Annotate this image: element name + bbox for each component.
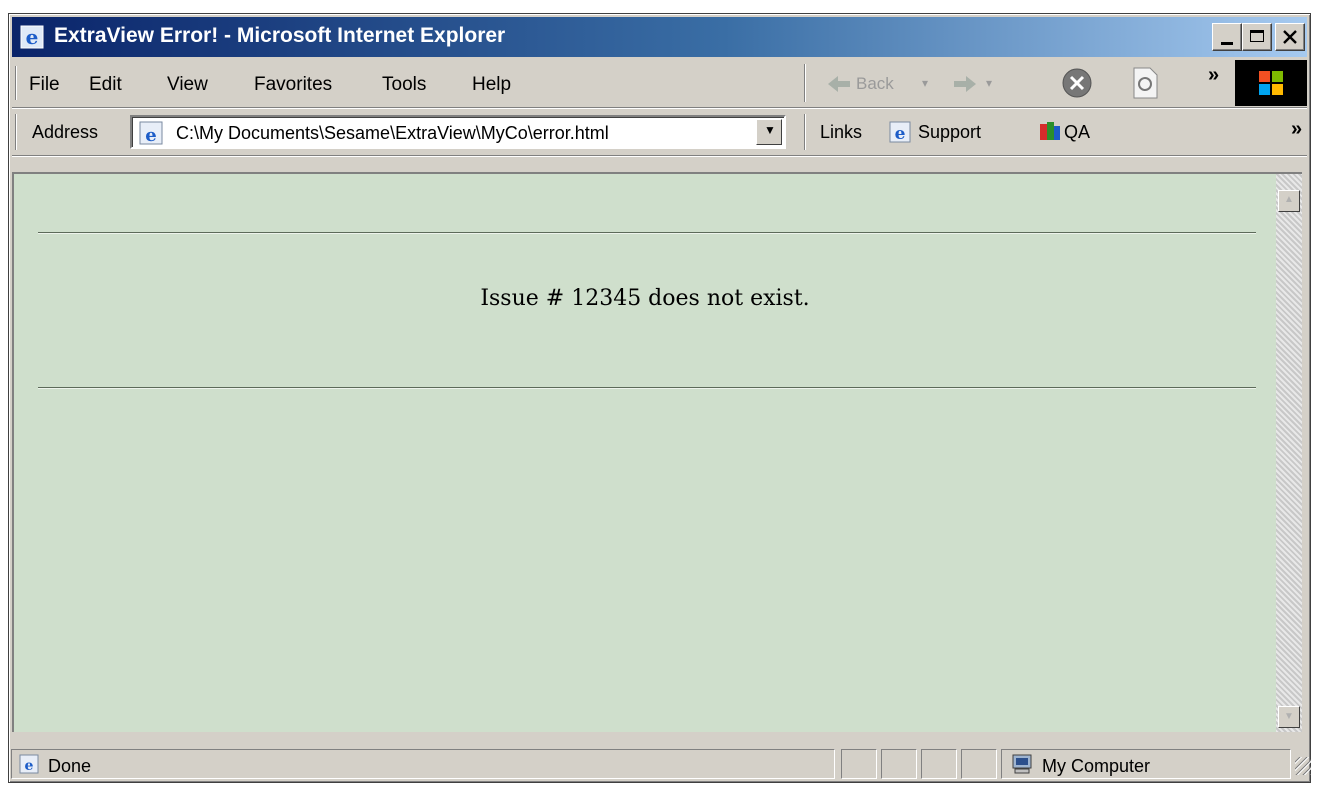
title-bar[interactable]: e ExtraView Error! - Microsoft Internet … [12, 17, 1307, 57]
scroll-up-icon: ▲ [1284, 194, 1294, 205]
windows-flag-icon [1259, 71, 1283, 95]
minimize-button[interactable] [1212, 23, 1242, 51]
back-label: Back [856, 74, 894, 93]
toolbar-divider [804, 114, 806, 150]
status-text: Done [48, 756, 92, 776]
ie-icon: e [20, 25, 44, 49]
link-qa-label: QA [1064, 122, 1091, 142]
horizontal-rule [38, 232, 1256, 234]
forward-arrow-icon [954, 76, 976, 92]
close-button[interactable] [1275, 23, 1305, 51]
menu-favorites[interactable]: Favorites [254, 74, 332, 96]
back-arrow-icon [828, 76, 850, 92]
minimize-icon [1221, 42, 1233, 45]
status-pane [921, 749, 957, 779]
grip [15, 66, 17, 100]
page-content: Issue # 12345 does not exist. [12, 172, 1276, 732]
status-pane-main: e Done [11, 749, 835, 779]
status-pane [841, 749, 877, 779]
refresh-icon [1133, 67, 1158, 99]
zone-label: My Computer [1042, 756, 1151, 776]
forward-dropdown-icon: ▾ [986, 76, 993, 90]
address-value: C:\My Documents\Sesame\ExtraView\MyCo\er… [176, 123, 609, 143]
scroll-down-button[interactable]: ▼ [1278, 706, 1300, 728]
ie-page-icon: e [889, 121, 911, 144]
back-dropdown-icon: ▾ [922, 76, 929, 90]
colorful-app-icon [1040, 122, 1060, 140]
status-pane [961, 749, 997, 779]
menu-tools[interactable]: Tools [382, 74, 426, 96]
scroll-up-button[interactable]: ▲ [1278, 190, 1300, 212]
maximize-icon [1250, 30, 1264, 42]
links-chevron[interactable]: » [1291, 118, 1302, 141]
error-message: Issue # 12345 does not exist. [480, 286, 810, 311]
address-bar: Address e C:\My Documents\Sesame\ExtraVi… [12, 110, 798, 154]
vertical-scrollbar[interactable]: ▲ ▼ [1276, 172, 1302, 732]
computer-icon [1012, 754, 1032, 774]
address-input[interactable]: e C:\My Documents\Sesame\ExtraView\MyCo\… [130, 115, 786, 149]
toolbar-chevron[interactable]: » [1208, 64, 1219, 87]
menu-bar: File Edit View Favorites Tools Help [12, 60, 798, 106]
status-bar: e Done My Computer [11, 747, 1311, 780]
grip [15, 114, 17, 150]
windows-logo [1235, 60, 1307, 106]
back-button[interactable]: Back ▾ [826, 72, 944, 96]
menu-view[interactable]: View [167, 74, 208, 96]
svg-text:e: e [895, 124, 906, 144]
menu-help[interactable]: Help [472, 74, 511, 96]
svg-text:e: e [26, 25, 39, 49]
link-support[interactable]: e Support [888, 118, 1018, 146]
forward-button[interactable]: ▾ [952, 72, 1004, 96]
links-bar: Links e Support QA » [804, 110, 1309, 154]
stop-button[interactable] [1060, 66, 1096, 100]
page-done-icon: e [19, 754, 39, 774]
address-label: Address [32, 122, 99, 142]
link-qa[interactable]: QA [1038, 118, 1118, 146]
toolbar-divider [804, 64, 806, 102]
close-icon [1283, 30, 1297, 44]
horizontal-rule [38, 387, 1256, 389]
link-support-label: Support [918, 122, 982, 142]
window-title: ExtraView Error! - Microsoft Internet Ex… [54, 24, 506, 47]
status-pane-zone: My Computer [1001, 749, 1291, 779]
refresh-button[interactable] [1130, 66, 1164, 100]
bar-divider [12, 155, 1307, 157]
page-icon: e [139, 121, 163, 146]
maximize-button[interactable] [1242, 23, 1272, 51]
bar-divider [12, 107, 1307, 109]
stop-icon [1062, 68, 1092, 98]
address-dropdown-button[interactable]: ▼ [756, 119, 782, 145]
standard-toolbar: Back ▾ ▾ » [804, 60, 1229, 106]
resize-grip-icon[interactable] [1295, 757, 1311, 775]
svg-text:e: e [145, 125, 156, 146]
chevron-down-icon: ▼ [764, 123, 776, 137]
svg-text:e: e [25, 758, 34, 774]
scroll-down-icon: ▼ [1284, 711, 1294, 722]
menu-file[interactable]: File [29, 74, 60, 96]
links-label: Links [820, 122, 863, 142]
status-pane [881, 749, 917, 779]
menu-edit[interactable]: Edit [89, 74, 122, 96]
